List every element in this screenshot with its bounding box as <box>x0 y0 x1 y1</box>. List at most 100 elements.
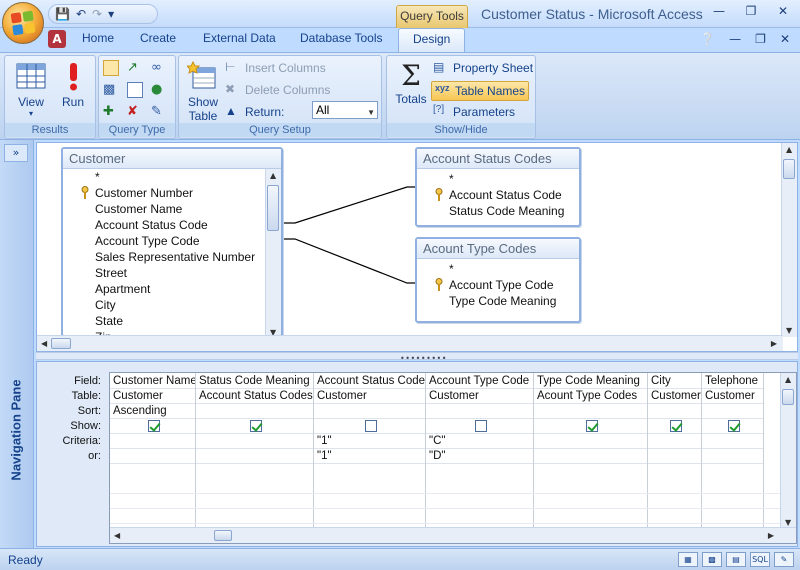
close-icon[interactable]: ✕ <box>772 4 794 18</box>
grid-hscrollbar[interactable]: ◀ ▶ <box>110 527 796 543</box>
tab-external-data[interactable]: External Data <box>203 31 276 45</box>
scroll-thumb[interactable] <box>51 338 71 349</box>
field-type-code-meaning[interactable]: Type Code Meaning <box>417 293 579 309</box>
run-button[interactable]: Run <box>55 60 91 109</box>
field-account-type-code[interactable]: Account Type Code <box>63 233 281 249</box>
parameters-button[interactable]: [?] Parameters <box>433 104 515 120</box>
field-sales-rep-number[interactable]: Sales Representative Number <box>63 249 281 265</box>
restore-icon[interactable]: ❐ <box>740 4 762 18</box>
grid-cell-criteria[interactable] <box>648 434 701 449</box>
field-street[interactable]: Street <box>63 265 281 281</box>
doc-close-icon[interactable]: ✕ <box>780 32 790 46</box>
office-button[interactable] <box>2 2 44 44</box>
field-account-type-code-pk[interactable]: Account Type Code <box>417 277 579 293</box>
data-definition-query-icon[interactable]: ✎ <box>151 104 167 120</box>
minimize-icon[interactable]: — <box>708 4 730 18</box>
nav-pane-expand-button[interactable]: » <box>4 144 28 162</box>
show-checkbox[interactable] <box>148 419 160 432</box>
field-customer-number[interactable]: Customer Number <box>63 185 281 201</box>
grid-cell-criteria[interactable] <box>534 434 647 449</box>
grid-cell-table[interactable]: Customer <box>426 389 533 404</box>
customer-table-scrollbar[interactable]: ▲ ▼ <box>265 169 281 335</box>
tab-design[interactable]: Design <box>398 28 466 52</box>
field-status-code-meaning[interactable]: Status Code Meaning <box>417 203 579 219</box>
grid-cell-or[interactable] <box>648 449 701 464</box>
show-checkbox[interactable] <box>728 419 740 432</box>
grid-cell-or[interactable]: "1" <box>314 449 425 464</box>
grid-cell-or[interactable] <box>110 449 195 464</box>
make-table-query-icon[interactable]: ↗ <box>127 60 143 76</box>
grid-cell-sort[interactable] <box>196 404 313 419</box>
grid-cell-sort[interactable] <box>648 404 701 419</box>
show-table-button[interactable]: Show Table <box>183 60 223 123</box>
show-checkbox[interactable] <box>475 419 487 432</box>
grid-cell-field[interactable]: Status Code Meaning <box>196 373 313 389</box>
pivottable-view-icon[interactable]: ▩ <box>702 552 722 567</box>
field-all[interactable]: * <box>417 171 579 187</box>
nav-pane-label[interactable]: Navigation Pane <box>4 310 28 550</box>
grid-cell-table[interactable]: Customer <box>702 389 763 404</box>
grid-cell-sort[interactable]: Ascending <box>110 404 195 419</box>
redo-icon[interactable]: ↷ <box>92 7 102 21</box>
insert-columns-button[interactable]: ⊢ Insert Columns <box>225 60 326 76</box>
crosstab-query-icon[interactable] <box>127 82 143 98</box>
save-icon[interactable]: 💾 <box>55 7 70 21</box>
grid-cell-sort[interactable] <box>314 404 425 419</box>
grid-cell-sort[interactable] <box>534 404 647 419</box>
delete-columns-button[interactable]: ✖ Delete Columns <box>225 82 330 98</box>
grid-cell-or[interactable] <box>196 449 313 464</box>
pane-splitter[interactable]: ••••••••• <box>36 352 798 363</box>
field-all[interactable]: * <box>417 261 579 277</box>
field-account-status-code-pk[interactable]: Account Status Code <box>417 187 579 203</box>
undo-icon[interactable]: ↶ <box>76 7 86 21</box>
table-account-type-codes[interactable]: Acount Type Codes * Account Type Code Ty… <box>415 237 581 323</box>
table-account-status-codes[interactable]: Account Status Codes * Account Status Co… <box>415 147 581 227</box>
grid-cell-or[interactable] <box>534 449 647 464</box>
customize-qat-icon[interactable]: ▾ <box>108 7 114 21</box>
grid-cell-field[interactable]: Account Type Code <box>426 373 533 389</box>
show-checkbox[interactable] <box>250 419 262 432</box>
grid-cell-field[interactable]: Telephone <box>702 373 763 389</box>
grid-cell-field[interactable]: City <box>648 373 701 389</box>
show-checkbox[interactable] <box>586 419 598 432</box>
table-pane-hscrollbar[interactable]: ◀ ▶ <box>37 335 783 351</box>
doc-minimize-icon[interactable]: — <box>729 32 741 46</box>
union-query-icon[interactable]: ∞ <box>151 60 167 76</box>
grid-cell-or[interactable]: "D" <box>426 449 533 464</box>
grid-cell-field[interactable]: Type Code Meaning <box>534 373 647 389</box>
table-names-button[interactable]: xyz Table Names <box>431 81 530 101</box>
grid-vscrollbar[interactable]: ▲ ▼ <box>780 373 796 529</box>
totals-button[interactable]: Σ Totals <box>391 60 431 107</box>
tab-create[interactable]: Create <box>140 31 176 45</box>
table-title-account-status-codes[interactable]: Account Status Codes <box>417 149 579 169</box>
update-query-icon[interactable]: ✚ <box>103 104 119 120</box>
grid-cell-table[interactable]: Customer <box>314 389 425 404</box>
field-account-status-code[interactable]: Account Status Code <box>63 217 281 233</box>
scroll-thumb[interactable] <box>214 530 232 541</box>
pivotchart-view-icon[interactable]: ▤ <box>726 552 746 567</box>
table-title-customer[interactable]: Customer <box>63 149 281 169</box>
field-customer-name[interactable]: Customer Name <box>63 201 281 217</box>
field-apartment[interactable]: Apartment <box>63 281 281 297</box>
grid-cell-criteria[interactable]: "1" <box>314 434 425 449</box>
select-query-icon[interactable] <box>103 60 119 76</box>
return-select[interactable]: All ▼ <box>312 101 378 119</box>
show-checkbox[interactable] <box>670 419 682 432</box>
pass-through-query-icon[interactable]: ● <box>151 82 167 98</box>
grid-cell-criteria[interactable] <box>702 434 763 449</box>
grid-cell-table[interactable]: Customer <box>110 389 195 404</box>
table-title-account-type-codes[interactable]: Acount Type Codes <box>417 239 579 259</box>
grid-cell-table[interactable]: Acount Type Codes <box>534 389 647 404</box>
grid-cell-or[interactable] <box>702 449 763 464</box>
property-sheet-button[interactable]: ▤ Property Sheet <box>433 60 533 76</box>
grid-cell-criteria[interactable] <box>196 434 313 449</box>
show-checkbox[interactable] <box>365 419 377 432</box>
sql-view-button[interactable]: SQL <box>750 552 770 567</box>
grid-cell-field[interactable]: Account Status Code <box>314 373 425 389</box>
scroll-thumb[interactable] <box>782 389 794 405</box>
help-icon[interactable]: ❔ <box>700 32 715 46</box>
table-customer[interactable]: Customer * Customer Number Customer Name… <box>61 147 283 337</box>
scroll-thumb[interactable] <box>783 159 795 179</box>
field-city[interactable]: City <box>63 297 281 313</box>
grid-cell-field[interactable]: Customer Name <box>110 373 195 389</box>
